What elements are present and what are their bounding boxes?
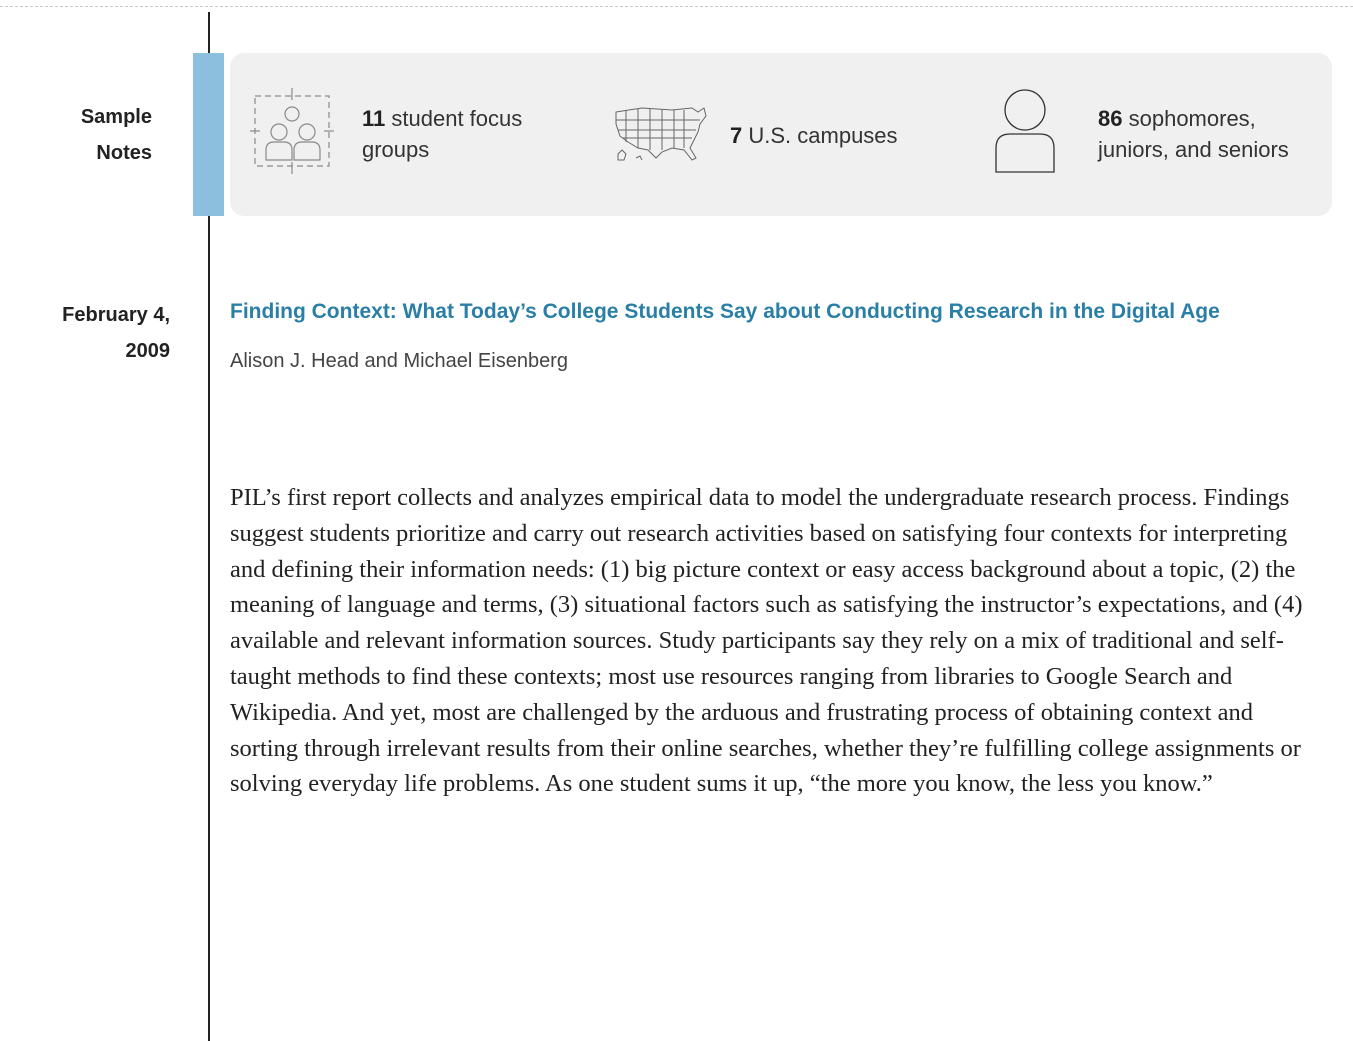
stat-label: sophomores, juniors, and seniors [1098,105,1289,162]
report-date: February 4, 2009 [62,304,170,362]
stat-label: U.S. campuses [748,123,898,148]
sample-accent-bar [193,53,224,216]
stat-number: 86 [1098,105,1123,131]
page: Sample Notes 11 student focus groups 7 U… [0,0,1353,1041]
stat-number: 11 [362,105,386,131]
focus-group-icon [250,88,334,179]
stat-focus-groups: 11 student focus groups [250,88,562,179]
us-map-icon [612,102,708,169]
stat-number: 7 [730,123,743,148]
report-summary: PIL’s first report collects and analyzes… [230,484,1303,798]
stat-label: student focus groups [362,105,523,162]
report-authors: Alison J. Head and Michael Eisenberg [230,350,568,372]
person-icon [994,86,1056,181]
stat-campuses: 7 U.S. campuses [612,102,898,169]
report-title-link[interactable]: Finding Context: What Today’s College St… [230,300,1220,324]
sample-notes-label: Sample Notes [80,106,152,164]
stat-students: 86 sophomores, juniors, and seniors [994,86,1298,181]
top-divider [0,6,1353,7]
